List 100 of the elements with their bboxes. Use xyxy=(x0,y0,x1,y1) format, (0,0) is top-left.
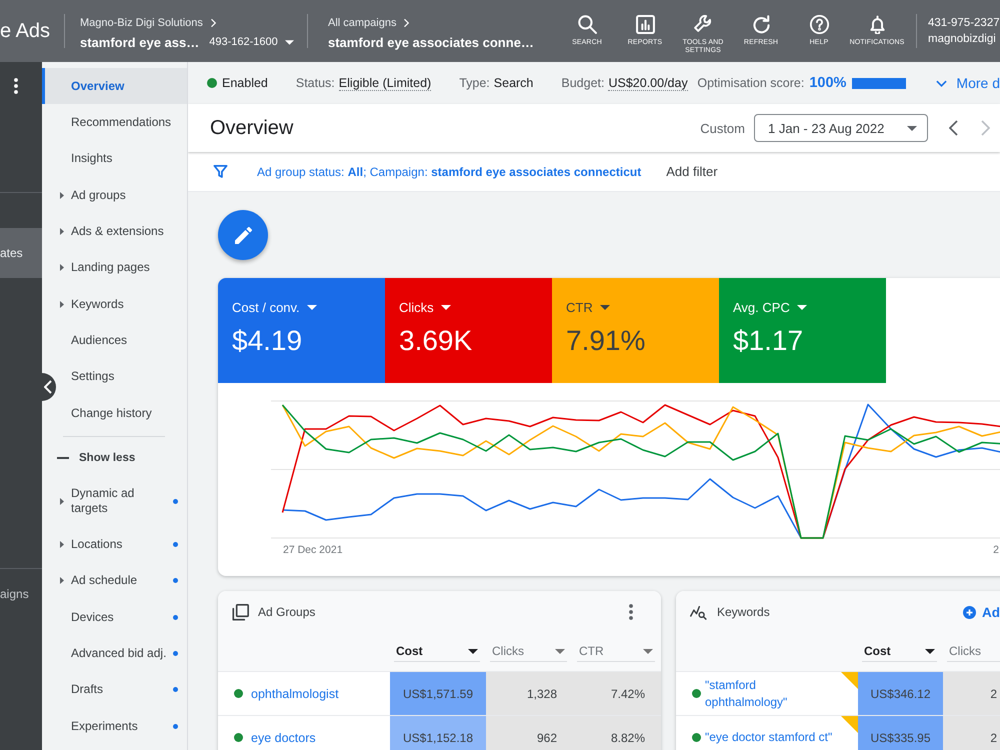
account-phone: 431-975-2327 xyxy=(928,17,1000,29)
metric-selector[interactable]: CTR xyxy=(566,300,610,315)
refresh-icon xyxy=(752,15,770,34)
rail-item[interactable]: aigns xyxy=(0,569,42,619)
caret-down-icon xyxy=(468,649,478,654)
table-cell: US$335.95 xyxy=(858,716,943,750)
chevron-right-icon xyxy=(980,120,990,136)
chevron-left-icon xyxy=(948,120,958,136)
bell-icon xyxy=(868,15,886,34)
indicator-dot-icon xyxy=(173,578,178,584)
keyword-link[interactable]: "stamford ophthalmology" xyxy=(705,676,837,710)
caret-right-icon xyxy=(60,300,64,308)
edit-button[interactable] xyxy=(218,210,268,260)
axis-date-label: 27 Dec 2021 xyxy=(283,544,343,558)
nav-item[interactable]: Landing pages xyxy=(56,250,187,286)
nav-item[interactable]: Drafts xyxy=(56,672,187,708)
nav-item[interactable]: Overview xyxy=(42,68,187,104)
table-cell: US$1,152.18 xyxy=(390,716,486,750)
search-icon xyxy=(578,15,596,34)
chevron-right-icon xyxy=(210,18,216,28)
card-title: Keywords xyxy=(717,605,770,619)
account-breadcrumb-link[interactable]: Magno-Biz Digi Solutions xyxy=(80,16,216,28)
nav-item[interactable]: Insights xyxy=(56,140,187,177)
field-value: Eligible (Limited) xyxy=(338,76,432,90)
date-range-dropdown[interactable]: 1 Jan - 23 Aug 2022 xyxy=(754,114,928,142)
plus-circle-icon xyxy=(963,606,976,618)
nav-item[interactable]: Locations xyxy=(56,526,187,563)
column-header[interactable]: Cost xyxy=(394,633,480,662)
nav-item[interactable]: Experiments xyxy=(56,708,187,744)
bar-chart-icon xyxy=(636,15,654,34)
indicator-dot-icon xyxy=(173,614,178,620)
vertical-dots-icon xyxy=(14,78,18,94)
caret-right-icon xyxy=(60,264,64,272)
indicator-dot-icon xyxy=(173,724,178,729)
column-header[interactable]: Clicks xyxy=(947,633,1000,662)
account-switcher[interactable]: 493-162-1600 xyxy=(209,36,294,48)
caret-right-icon xyxy=(60,228,64,235)
add-keyword-button[interactable]: Ad xyxy=(963,604,1000,620)
nav-item[interactable]: Ad groups xyxy=(56,176,187,214)
filter-summary[interactable]: Ad group status: All; Campaign: stamford eye associates connecticut xyxy=(257,164,642,178)
layers-icon xyxy=(232,604,249,620)
metric-selector[interactable]: Clicks xyxy=(399,300,451,315)
field-label: Type: xyxy=(459,76,490,90)
field-label: Budget: xyxy=(561,76,604,90)
table-cell: US$1,571.59 xyxy=(390,672,486,715)
caret-down-icon xyxy=(600,305,610,310)
nav-item[interactable]: Ad schedule xyxy=(56,562,187,599)
page-title: Overview xyxy=(210,116,294,140)
caret-right-icon xyxy=(60,577,64,584)
table-cell: 8.82% xyxy=(573,716,661,750)
column-header[interactable]: Clicks xyxy=(490,633,567,662)
product-name: e Ads xyxy=(0,20,52,42)
table-cell: 2 xyxy=(943,716,1000,750)
nav-item[interactable]: Audiences xyxy=(56,322,187,359)
table-cell: 7.42% xyxy=(573,672,661,715)
field-label: Status: xyxy=(296,76,335,90)
caret-down-icon xyxy=(555,649,565,654)
nav-item[interactable]: Settings xyxy=(56,358,187,395)
campaigns-breadcrumb-link[interactable]: All campaigns xyxy=(328,16,410,28)
metric-selector[interactable]: Avg. CPC xyxy=(733,300,807,315)
more-details-button[interactable]: More d xyxy=(936,75,1000,91)
show-less-button[interactable]: Show less xyxy=(42,440,136,476)
nav-item[interactable]: Change history xyxy=(56,394,187,432)
nav-item[interactable]: Advanced bid adj. xyxy=(56,635,187,672)
metric-value: $1.17 xyxy=(733,326,804,357)
pencil-icon xyxy=(234,226,252,244)
score-value: 100% xyxy=(809,75,846,91)
ad-group-link[interactable]: eye doctors xyxy=(251,730,316,744)
metric-selector[interactable]: Cost / conv. xyxy=(232,300,317,315)
nav-item[interactable]: Ads & extensions xyxy=(56,213,187,250)
table-cell: 962 xyxy=(486,716,573,750)
metric-value: 7.91% xyxy=(566,326,646,357)
column-header[interactable]: Cost xyxy=(862,633,937,662)
column-header[interactable]: CTR xyxy=(577,633,655,662)
caret-right-icon xyxy=(60,498,64,505)
caret-down-icon xyxy=(306,305,317,310)
metric-value: 3.69K xyxy=(399,326,472,357)
vertical-dots-icon xyxy=(629,604,633,620)
chevron-down-icon xyxy=(936,80,948,86)
ad-group-link[interactable]: ophthalmologist xyxy=(251,686,339,700)
caret-down-icon xyxy=(796,305,807,310)
caret-down-icon xyxy=(925,649,935,654)
nav-item[interactable]: Devices xyxy=(56,598,187,636)
nav-item[interactable]: Keywords xyxy=(56,286,187,322)
filter-icon[interactable] xyxy=(213,164,228,179)
chevron-right-icon xyxy=(403,18,410,28)
table-cell: 2 xyxy=(943,672,1000,715)
help-icon xyxy=(810,15,828,34)
nav-item[interactable]: Dynamic ad targets xyxy=(56,476,187,526)
add-filter-button[interactable]: Add filter xyxy=(666,164,718,179)
indicator-dot-icon xyxy=(173,498,178,504)
caret-right-icon xyxy=(60,192,64,199)
caret-down-icon xyxy=(440,305,451,310)
keyword-link[interactable]: "eye doctor stamford ct" xyxy=(705,729,832,746)
nav-item[interactable]: Recommendations xyxy=(56,104,187,141)
campaign-name: stamford eye associates conne… xyxy=(328,34,534,50)
minus-icon xyxy=(57,457,69,460)
rail-item[interactable]: ates xyxy=(0,228,42,278)
caret-right-icon xyxy=(60,540,64,548)
caret-down-icon xyxy=(284,40,294,44)
